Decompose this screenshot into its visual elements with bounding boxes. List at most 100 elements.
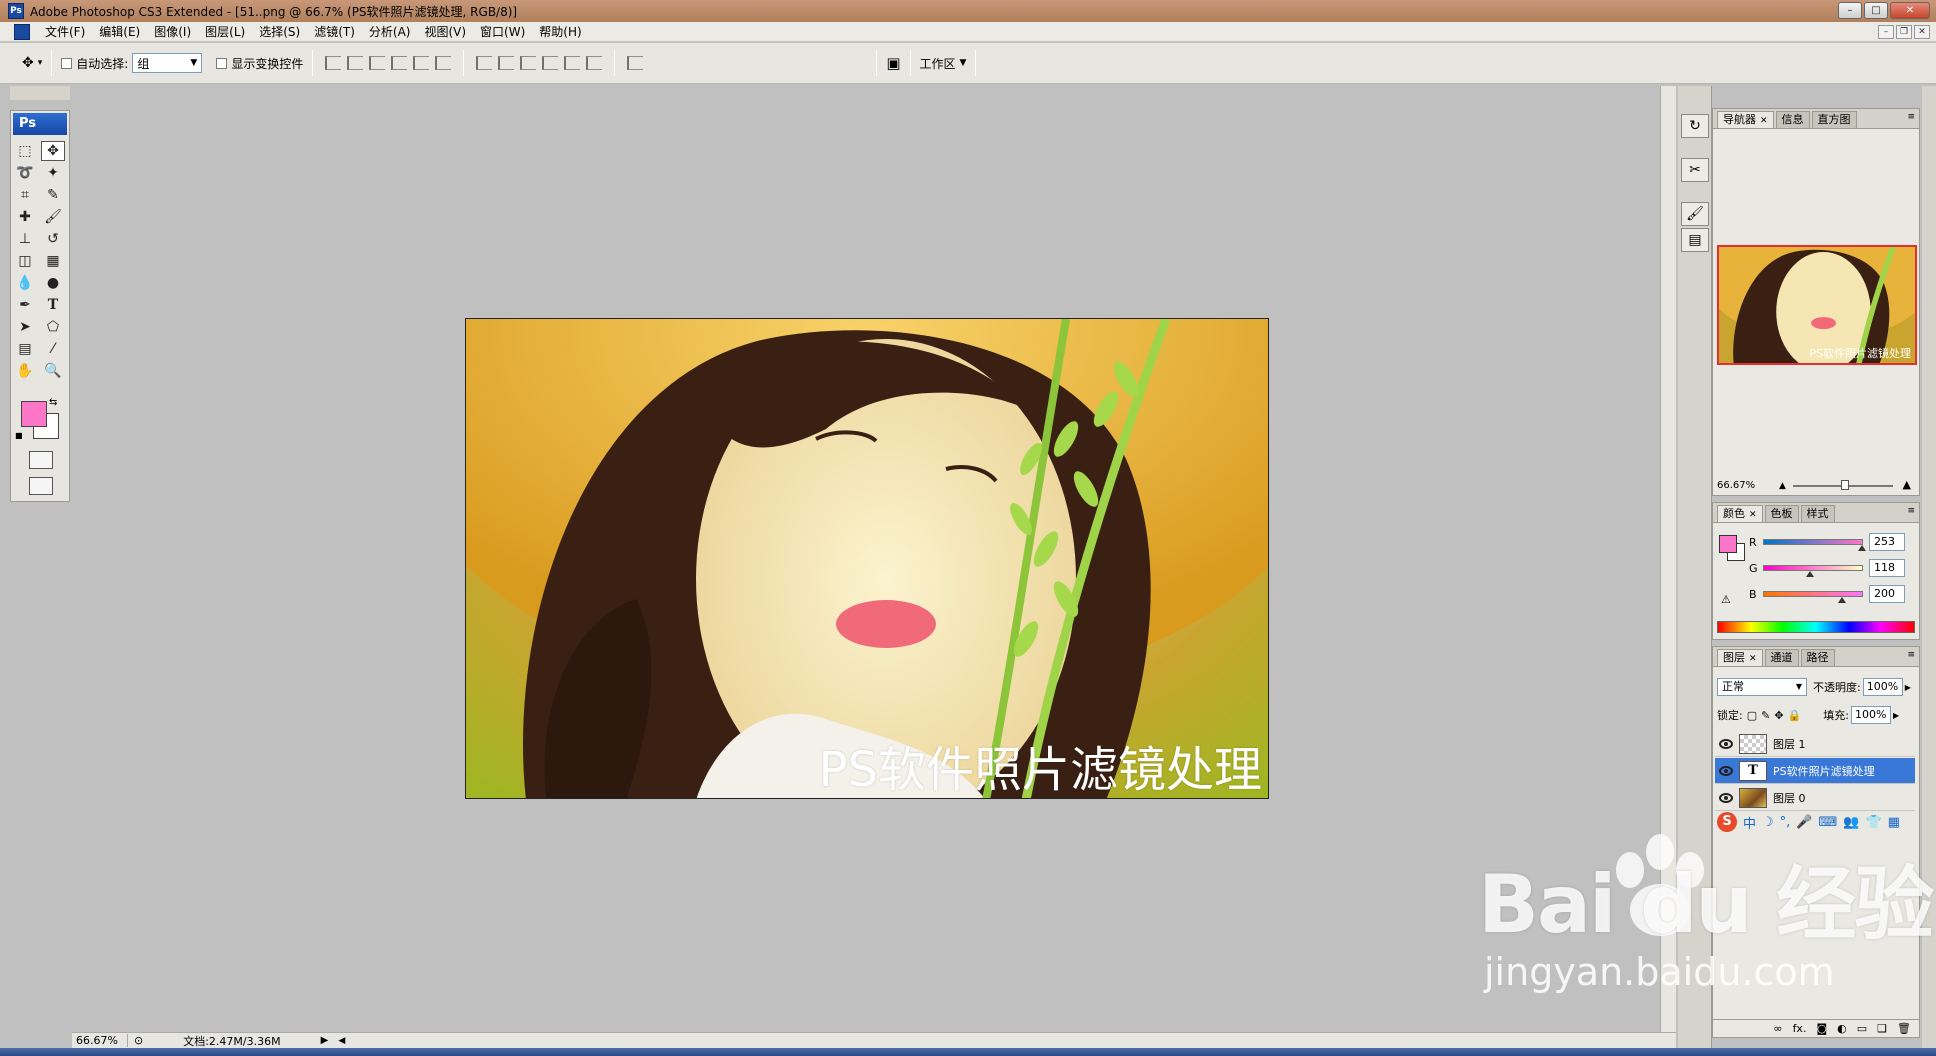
- slider-knob[interactable]: [1841, 480, 1849, 490]
- tab-navigator[interactable]: 导航器 ✕: [1717, 111, 1774, 128]
- lock-image-icon[interactable]: ✎: [1761, 709, 1770, 722]
- gamut-warning-icon[interactable]: ⚠: [1721, 593, 1731, 606]
- clone-stamp-tool-icon[interactable]: ⊥: [13, 229, 37, 249]
- opacity-field[interactable]: 100%: [1862, 678, 1903, 696]
- skin-icon[interactable]: 👕: [1865, 815, 1881, 830]
- lock-position-icon[interactable]: ✥: [1774, 709, 1783, 722]
- fill-field[interactable]: 100%: [1850, 706, 1891, 724]
- delete-layer-icon[interactable]: 🗑: [1897, 1022, 1911, 1035]
- healing-brush-tool-icon[interactable]: ✚: [13, 207, 37, 227]
- toolbox-grip[interactable]: [10, 86, 70, 100]
- show-transform-checkbox[interactable]: [216, 57, 228, 69]
- layer-row[interactable]: 图层 0: [1715, 785, 1915, 811]
- distribute-vcenter-icon[interactable]: [498, 56, 515, 70]
- document-icon[interactable]: [14, 23, 30, 40]
- align-right-icon[interactable]: [435, 56, 452, 70]
- brush-tool-icon[interactable]: 🖌: [41, 207, 65, 227]
- lock-transparency-icon[interactable]: ▢: [1747, 709, 1757, 722]
- tab-layers[interactable]: 图层 ✕: [1717, 649, 1763, 666]
- move-tool-icon[interactable]: ✥: [41, 141, 65, 161]
- layer-mask-icon[interactable]: ◙: [1816, 1022, 1827, 1035]
- eyedropper-tool-icon[interactable]: ⁄: [41, 339, 65, 359]
- type-tool-icon[interactable]: T: [41, 295, 65, 315]
- red-slider-handle[interactable]: [1858, 545, 1866, 551]
- auto-select-dropdown[interactable]: 组 ▼: [132, 53, 203, 73]
- zoom-out-icon[interactable]: ▲: [1779, 481, 1786, 491]
- link-layers-icon[interactable]: ∞: [1773, 1022, 1782, 1035]
- screen-mode-button[interactable]: [29, 477, 53, 495]
- distribute-bottom-icon[interactable]: [520, 56, 537, 70]
- history-panel-icon[interactable]: ↻: [1681, 114, 1709, 138]
- microphone-icon[interactable]: 🎤: [1796, 815, 1812, 830]
- align-vcenter-icon[interactable]: [347, 56, 364, 70]
- tab-histogram[interactable]: 直方图: [1811, 111, 1857, 128]
- visibility-eye-icon[interactable]: [1719, 738, 1733, 749]
- green-value-field[interactable]: 118: [1869, 559, 1905, 577]
- tab-info[interactable]: 信息: [1775, 111, 1810, 128]
- ime-mode-label[interactable]: 中: [1743, 813, 1756, 832]
- lock-all-icon[interactable]: 🔒: [1788, 709, 1802, 722]
- color-foreground-swatch[interactable]: [1719, 535, 1737, 553]
- bridge-button[interactable]: ▣: [886, 51, 900, 75]
- zoom-in-icon[interactable]: ▲: [1903, 478, 1911, 491]
- menu-file[interactable]: 文件(F): [38, 22, 92, 42]
- layer-style-icon[interactable]: fx.: [1793, 1022, 1807, 1035]
- zoom-field[interactable]: 66.67%: [72, 1034, 128, 1047]
- menu-help[interactable]: 帮助(H): [532, 22, 588, 42]
- layer-row-selected[interactable]: T PS软件照片滤镜处理: [1715, 758, 1915, 784]
- document-canvas[interactable]: PS软件照片滤镜处理: [465, 318, 1269, 799]
- eraser-tool-icon[interactable]: ◫: [13, 251, 37, 271]
- panel-menu-icon[interactable]: ≡: [1907, 650, 1915, 660]
- scroll-left-icon[interactable]: ◀: [338, 1036, 345, 1046]
- distribute-hcenter-icon[interactable]: [564, 56, 581, 70]
- navigator-zoom-field[interactable]: 66.67%: [1717, 480, 1755, 491]
- brushes-panel-icon[interactable]: 🖌: [1681, 202, 1709, 226]
- menu-filter[interactable]: 滤镜(T): [307, 22, 362, 42]
- new-group-icon[interactable]: ▭: [1857, 1022, 1867, 1035]
- opacity-arrow-icon[interactable]: ▶: [1905, 683, 1911, 692]
- tab-channels[interactable]: 通道: [1764, 649, 1799, 666]
- align-top-icon[interactable]: [325, 56, 342, 70]
- shape-tool-icon[interactable]: ⬠: [41, 317, 65, 337]
- distribute-top-icon[interactable]: [476, 56, 493, 70]
- layer-row[interactable]: 图层 1: [1715, 731, 1915, 757]
- dodge-tool-icon[interactable]: ●: [41, 273, 65, 293]
- pen-tool-icon[interactable]: ✒: [13, 295, 37, 315]
- foreground-color-swatch[interactable]: [21, 401, 47, 427]
- panel-menu-icon[interactable]: ≡: [1907, 506, 1915, 516]
- tools-icon[interactable]: ▦: [1888, 815, 1900, 830]
- doc-info-icon[interactable]: ⊙: [134, 1034, 143, 1047]
- notes-tool-icon[interactable]: ▤: [13, 339, 37, 359]
- marquee-tool-icon[interactable]: ⬚: [13, 141, 37, 161]
- align-bottom-icon[interactable]: [369, 56, 386, 70]
- visibility-eye-icon[interactable]: [1719, 765, 1733, 776]
- tools-preset-panel-icon[interactable]: ✂: [1681, 158, 1709, 182]
- default-colors-icon[interactable]: ■: [15, 431, 23, 440]
- history-brush-tool-icon[interactable]: ↺: [41, 229, 65, 249]
- doc-restore-button[interactable]: ❐: [1896, 25, 1912, 39]
- menu-window[interactable]: 窗口(W): [473, 22, 532, 42]
- blend-mode-dropdown[interactable]: 正常 ▼: [1717, 678, 1807, 696]
- menu-select[interactable]: 选择(S): [252, 22, 307, 42]
- path-selection-tool-icon[interactable]: ➤: [13, 317, 37, 337]
- tab-styles[interactable]: 样式: [1800, 505, 1835, 522]
- close-button[interactable]: ✕: [1890, 2, 1930, 19]
- workspace-menu[interactable]: 工作区 ▼: [920, 55, 967, 72]
- moon-icon[interactable]: ☽: [1762, 815, 1774, 830]
- swap-colors-icon[interactable]: ⇆: [49, 397, 57, 408]
- distribute-right-icon[interactable]: [586, 56, 603, 70]
- hand-tool-icon[interactable]: ✋: [13, 361, 37, 381]
- new-layer-icon[interactable]: ❑: [1877, 1022, 1887, 1035]
- align-left-icon[interactable]: [391, 56, 408, 70]
- doc-close-button[interactable]: ✕: [1914, 25, 1930, 39]
- blue-slider-handle[interactable]: [1838, 597, 1846, 603]
- keyboard-icon[interactable]: ⌨: [1819, 815, 1838, 830]
- clone-source-panel-icon[interactable]: ▤: [1681, 228, 1709, 252]
- blur-tool-icon[interactable]: 💧: [13, 273, 37, 293]
- navigator-thumbnail[interactable]: PS软件照片滤镜处理: [1717, 245, 1917, 365]
- menu-layer[interactable]: 图层(L): [198, 22, 252, 42]
- lasso-tool-icon[interactable]: ➰: [13, 163, 37, 183]
- magic-wand-tool-icon[interactable]: ✦: [41, 163, 65, 183]
- green-slider[interactable]: [1763, 565, 1863, 577]
- tab-paths[interactable]: 路径: [1800, 649, 1835, 666]
